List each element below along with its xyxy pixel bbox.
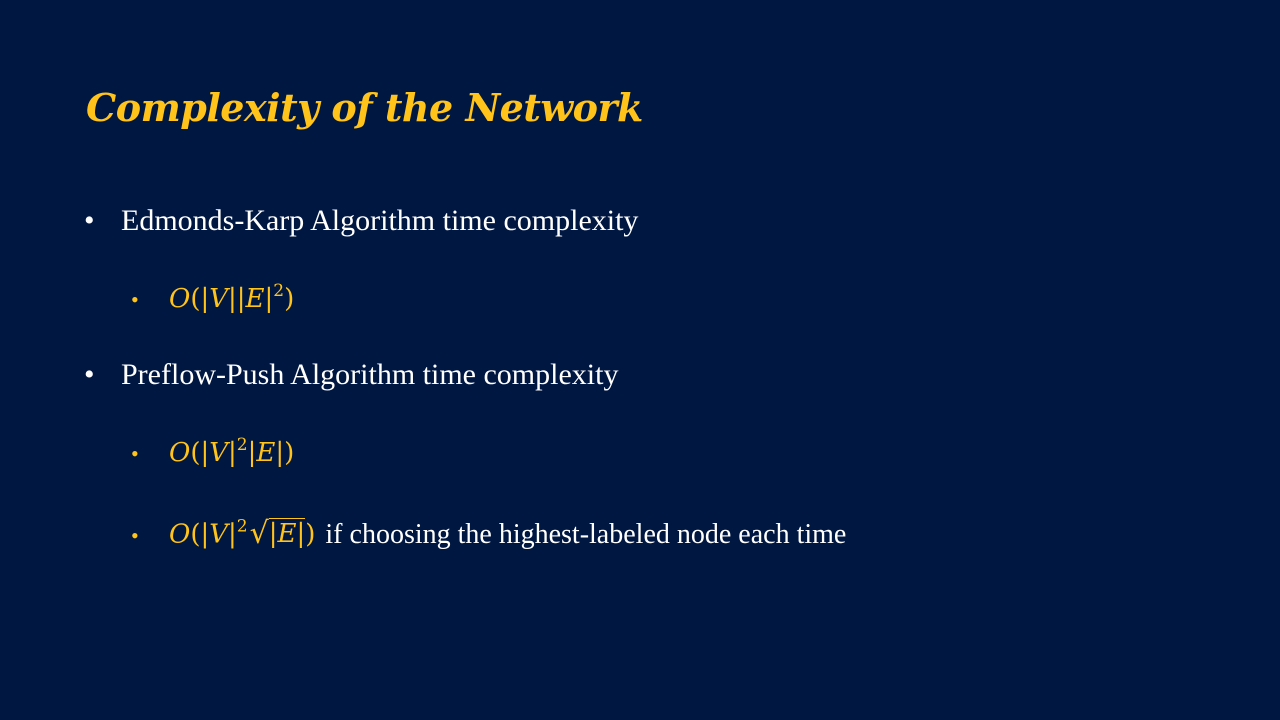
bullet-text: Edmonds-Karp Algorithm time complexity: [121, 204, 639, 237]
sub-bullet-edmonds-karp-complexity: • O(|V||E|2): [131, 281, 295, 315]
sub-bullet-dot: •: [131, 522, 139, 548]
sqrt-symbol: √ |E|: [249, 515, 306, 551]
bullet-text: Preflow-Push Algorithm time complexity: [121, 358, 619, 391]
math-formula: O(|V|2|E|): [169, 435, 295, 469]
sub-bullet-highest-label-complexity: • O(|V|2 √ |E|) if choosing the highest-la…: [131, 518, 846, 551]
bullet-edmonds-karp: • Edmonds-Karp Algorithm time complexity: [84, 204, 638, 238]
sub-bullet-text: if choosing the highest-labeled node eac…: [325, 518, 847, 550]
sub-bullet-dot: •: [131, 287, 139, 312]
bullet-preflow-push: • Preflow-Push Algorithm time complexity: [84, 358, 618, 392]
bullet-dot: •: [84, 204, 95, 237]
math-formula: O(|V|2 √ |E|): [169, 515, 316, 551]
bullet-dot: •: [84, 358, 95, 391]
slide: Complexity of the Network • Edmonds-Karp…: [0, 0, 1280, 720]
math-formula: O(|V||E|2): [169, 281, 295, 315]
slide-title: Complexity of the Network: [86, 85, 643, 130]
sub-bullet-dot: •: [131, 441, 139, 466]
sub-bullet-preflow-push-complexity: • O(|V|2|E|): [131, 435, 295, 469]
